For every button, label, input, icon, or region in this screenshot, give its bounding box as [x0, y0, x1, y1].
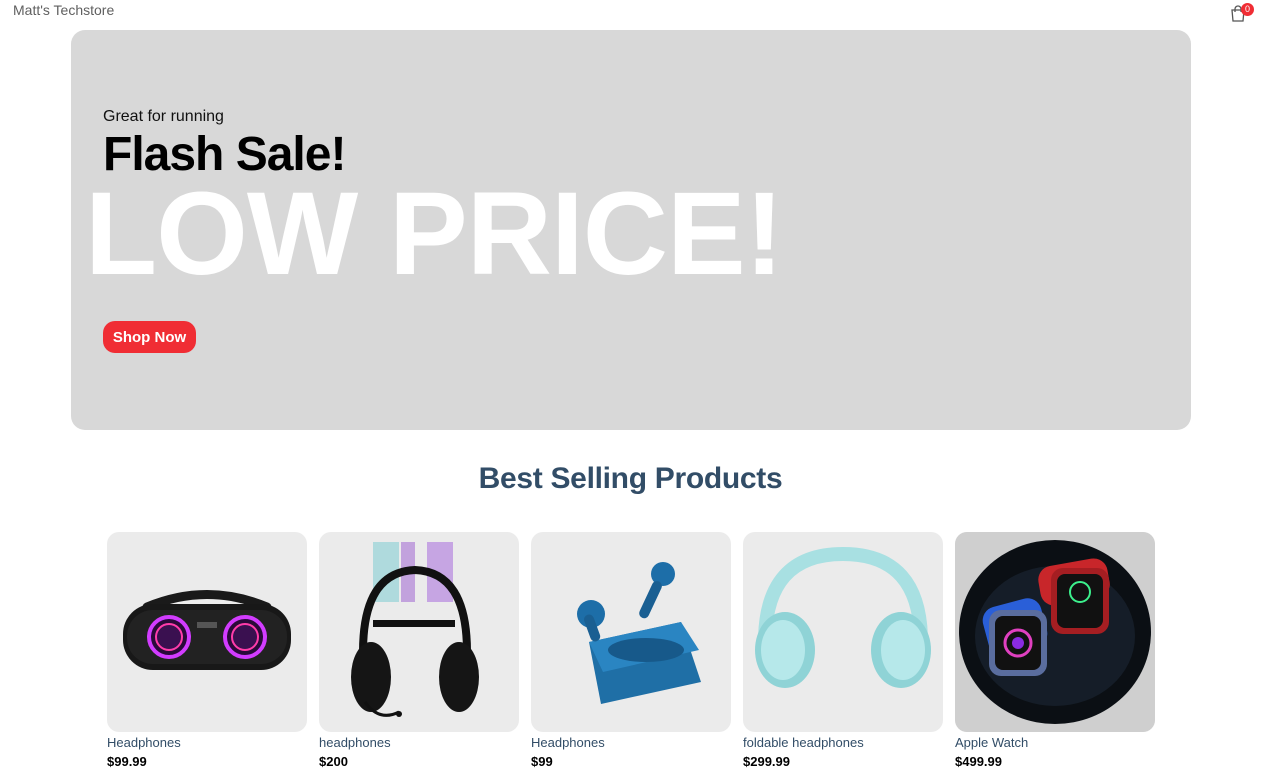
product-price: $499.99	[955, 754, 1002, 769]
product-name: Headphones	[107, 735, 181, 750]
smartwatch-image[interactable]	[955, 532, 1155, 732]
navbar: Matt's Techstore 0	[0, 0, 1261, 24]
cart-button[interactable]: 0	[1230, 3, 1254, 23]
cart-count-badge: 0	[1241, 3, 1254, 16]
shop-now-button[interactable]: Shop Now	[103, 321, 196, 353]
product-name: Headphones	[531, 735, 605, 750]
product-name: Apple Watch	[955, 735, 1029, 750]
product-price: $99.99	[107, 754, 147, 769]
hero-banner: Great for running Flash Sale! LOW PRICE!…	[71, 30, 1191, 430]
earbuds-image[interactable]	[531, 532, 731, 732]
product-price: $99	[531, 754, 553, 769]
product-list: Headphones $99.99 headphones $200 Headph…	[107, 532, 1167, 776]
hero-large-text: LOW PRICE!	[85, 168, 784, 300]
hero-subtitle: Great for running	[103, 108, 224, 125]
product-price: $200	[319, 754, 348, 769]
product-price: $299.99	[743, 754, 790, 769]
product-name: headphones	[319, 735, 391, 750]
store-logo-link[interactable]: Matt's Techstore	[13, 2, 114, 18]
section-title: Best Selling Products	[478, 462, 783, 495]
foldable-headphones-image[interactable]	[743, 532, 943, 732]
gaming-headset-image[interactable]	[319, 532, 519, 732]
speaker-image[interactable]	[107, 532, 307, 732]
product-name: foldable headphones	[743, 735, 864, 750]
